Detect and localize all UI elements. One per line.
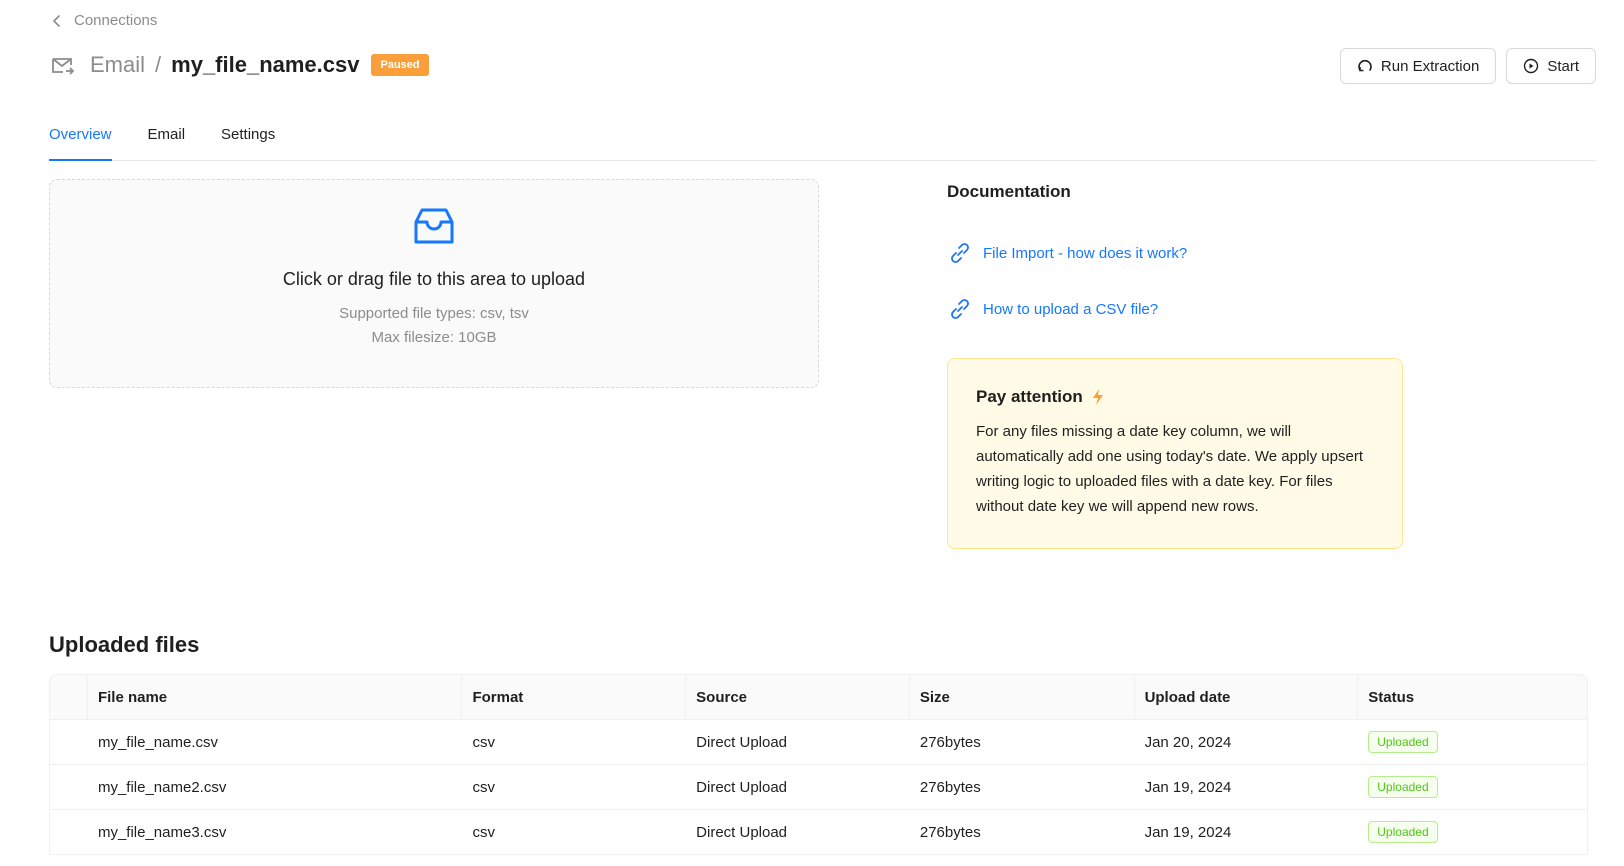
attention-title: Pay attention xyxy=(976,387,1083,406)
doc-link-file-import[interactable]: File Import - how does it work? xyxy=(947,240,1407,266)
table-row[interactable]: my_file_name.csv csv Direct Upload 276by… xyxy=(50,720,1587,765)
upload-date-cell: Jan 19, 2024 xyxy=(1144,823,1232,841)
tab-settings[interactable]: Settings xyxy=(221,120,275,161)
doc-link-label: How to upload a CSV file? xyxy=(983,300,1159,318)
file-name-cell: my_file_name3.csv xyxy=(97,823,227,841)
header-actions: Run Extraction Start xyxy=(1339,48,1596,84)
attention-callout: Pay attention For any files missing a da… xyxy=(947,358,1403,549)
table-row[interactable]: my_file_name3.csv csv Direct Upload 276b… xyxy=(50,810,1587,854)
inbox-icon xyxy=(414,208,454,244)
start-label: Start xyxy=(1547,57,1579,75)
status-cell: Uploaded xyxy=(1358,720,1587,764)
table-header-row: File name Format Source Size Upload date… xyxy=(50,675,1587,720)
source-cell: Direct Upload xyxy=(696,823,788,841)
upload-date-cell: Jan 20, 2024 xyxy=(1144,733,1232,751)
page-title: my_file_name.csv xyxy=(171,52,360,77)
status-cell: Uploaded xyxy=(1358,765,1587,809)
breadcrumb[interactable]: Connections xyxy=(50,12,157,29)
page-header: Email / my_file_name.csv Paused xyxy=(50,52,429,78)
lightning-icon xyxy=(1092,389,1103,405)
doc-link-upload-csv[interactable]: How to upload a CSV file? xyxy=(947,296,1407,322)
size-cell: 276bytes xyxy=(919,823,981,841)
file-name-cell: my_file_name2.csv xyxy=(97,778,227,796)
format-cell: csv xyxy=(472,823,495,841)
documentation-panel: Documentation File Import - how does it … xyxy=(947,182,1407,322)
column-header-status[interactable]: Status xyxy=(1358,675,1587,719)
column-header-file-name[interactable]: File name xyxy=(88,675,463,719)
header-separator: / xyxy=(155,52,162,77)
breadcrumb-label: Connections xyxy=(74,12,158,29)
upload-max-size: Max filesize: 10GB xyxy=(371,329,497,346)
source-cell: Direct Upload xyxy=(696,733,788,751)
table-header-spacer xyxy=(50,675,88,719)
column-header-source[interactable]: Source xyxy=(686,675,910,719)
table-row[interactable]: my_file_name2.csv csv Direct Upload 276b… xyxy=(50,765,1587,810)
status-badge: Uploaded xyxy=(1368,776,1438,798)
doc-link-label: File Import - how does it work? xyxy=(983,244,1188,262)
run-extraction-button[interactable]: Run Extraction xyxy=(1339,48,1497,84)
format-cell: csv xyxy=(472,733,495,751)
attention-body: For any files missing a date key column,… xyxy=(976,423,1363,515)
link-icon xyxy=(951,299,969,319)
status-badge: Uploaded xyxy=(1368,821,1438,843)
status-badge: Uploaded xyxy=(1368,731,1438,753)
size-cell: 276bytes xyxy=(919,778,981,796)
refresh-icon xyxy=(1358,59,1372,72)
status-cell: Uploaded xyxy=(1358,810,1587,854)
attention-heading: Pay attention xyxy=(976,387,1374,407)
row-spacer xyxy=(50,765,88,809)
play-circle-icon xyxy=(1524,58,1539,74)
source-cell: Direct Upload xyxy=(696,778,788,796)
status-badge: Paused xyxy=(371,54,429,76)
row-spacer xyxy=(50,810,88,854)
uploaded-files-table: File name Format Source Size Upload date… xyxy=(49,674,1588,855)
header-crumb[interactable]: Email xyxy=(90,52,145,78)
file-upload-dropzone[interactable]: Click or drag file to this area to uploa… xyxy=(49,179,819,388)
tab-overview[interactable]: Overview xyxy=(49,120,112,161)
upload-title: Click or drag file to this area to uploa… xyxy=(282,269,586,289)
uploaded-files-title: Uploaded files xyxy=(49,632,200,657)
upload-date-cell: Jan 19, 2024 xyxy=(1144,778,1232,796)
file-name-cell: my_file_name.csv xyxy=(97,733,218,751)
start-button[interactable]: Start xyxy=(1506,48,1596,84)
tab-email[interactable]: Email xyxy=(148,120,186,161)
upload-supported-types: Supported file types: csv, tsv xyxy=(339,305,529,322)
format-cell: csv xyxy=(472,778,495,796)
column-header-format[interactable]: Format xyxy=(462,675,687,719)
page: Connections Email / my_file_name.csv Pau… xyxy=(0,0,1624,866)
column-header-size[interactable]: Size xyxy=(910,675,1135,719)
column-header-upload-date[interactable]: Upload date xyxy=(1135,675,1359,719)
size-cell: 276bytes xyxy=(919,733,981,751)
run-extraction-label: Run Extraction xyxy=(1380,57,1480,75)
mail-sync-icon xyxy=(52,58,75,75)
chevron-left-icon xyxy=(52,14,60,27)
row-spacer xyxy=(50,720,88,764)
tab-bar: Overview Email Settings xyxy=(49,120,1596,161)
documentation-title: Documentation xyxy=(947,182,1071,201)
link-icon xyxy=(951,243,969,263)
